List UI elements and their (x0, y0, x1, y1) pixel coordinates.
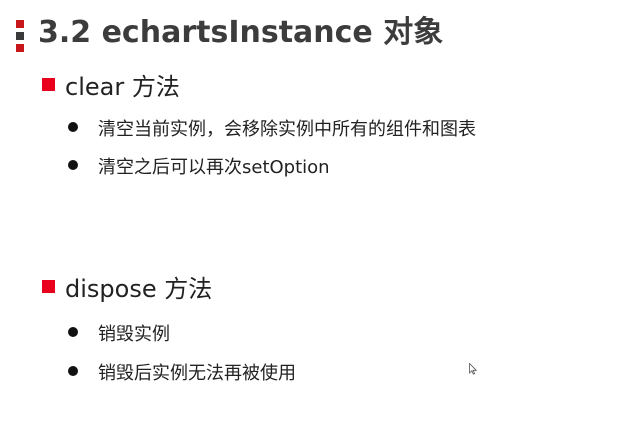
bullet-item: 清空之后可以再次setOption (68, 156, 330, 180)
slide: 3.2 echartsInstance 对象 clear 方法 清空当前实例，会… (0, 0, 642, 435)
bullet-text: 销毁后实例无法再被使用 (98, 363, 296, 384)
bullet-text: 清空之后可以再次setOption (98, 157, 330, 178)
section-heading-clear: clear 方法 (42, 71, 180, 103)
section-heading-dispose: dispose 方法 (42, 273, 212, 305)
bullet-text: 清空当前实例，会移除实例中所有的组件和图表 (98, 119, 476, 140)
bullet-text: 销毁实例 (98, 324, 170, 345)
page-title: 3.2 echartsInstance 对象 (38, 15, 444, 50)
bullet-dot-icon (68, 327, 78, 337)
bullet-dot-icon (68, 366, 78, 376)
bullet-item: 销毁后实例无法再被使用 (68, 362, 296, 386)
bullet-dot-icon (68, 122, 78, 132)
red-square-icon (42, 280, 55, 293)
mouse-cursor-icon (469, 363, 477, 375)
bullet-item: 销毁实例 (68, 323, 170, 347)
section-heading-label: clear 方法 (65, 73, 180, 101)
bullet-dot-icon (68, 160, 78, 170)
bullet-item: 清空当前实例，会移除实例中所有的组件和图表 (68, 118, 476, 142)
section-heading-label: dispose 方法 (65, 275, 213, 303)
title-decoration-icon (16, 20, 24, 52)
red-square-icon (42, 78, 55, 91)
